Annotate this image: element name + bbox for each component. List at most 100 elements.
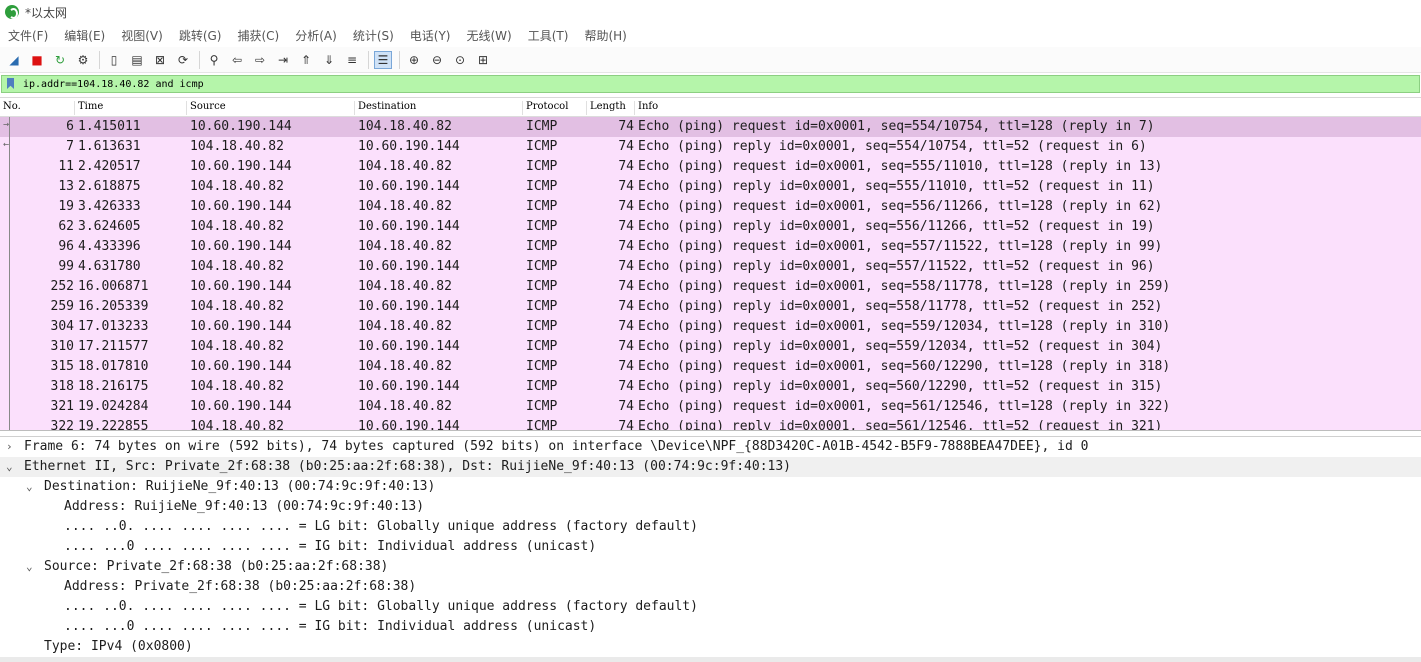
menu-item-8[interactable]: 无线(W) xyxy=(467,27,512,44)
menu-item-10[interactable]: 帮助(H) xyxy=(584,27,626,44)
packet-row[interactable]: 322 19.222855 104.18.40.82 10.60.190.144 ICM… xyxy=(0,417,1421,431)
column-header-info[interactable]: Info xyxy=(634,101,658,115)
zoom-normal-icon[interactable]: ⊙ xyxy=(451,51,469,69)
cell-destination: 10.60.190.144 xyxy=(358,219,460,234)
detail-tree-item[interactable]: › Frame 6: 74 bytes on wire (592 bits), 7… xyxy=(0,437,1421,457)
packet-row[interactable]: 11 2.420517 10.60.190.144 104.18.40.82 ICMP 7… xyxy=(0,157,1421,177)
last-packet-icon[interactable]: ⇓ xyxy=(320,51,338,69)
detail-tree-item[interactable]: ⌄ Destination: RuijieNe_9f:40:13 (00:74:9… xyxy=(0,477,1421,497)
cell-no: 6 xyxy=(66,119,74,134)
detail-tree-item[interactable]: Type: IPv4 (0x0800) xyxy=(0,637,1421,657)
packet-list-body: → 6 1.415011 10.60.190.144 104.18.40.82 ICMP 7… xyxy=(0,117,1421,431)
cell-destination: 10.60.190.144 xyxy=(358,259,460,274)
packet-details-tree[interactable]: › Frame 6: 74 bytes on wire (592 bits), 7… xyxy=(0,436,1421,662)
menu-item-5[interactable]: 分析(A) xyxy=(295,27,337,44)
menu-item-7[interactable]: 电话(Y) xyxy=(410,27,451,44)
forward-arrow-icon[interactable]: ⇨ xyxy=(251,51,269,69)
stop-icon[interactable]: ■ xyxy=(28,51,46,69)
packet-row[interactable]: 252 16.006871 10.60.190.144 104.18.40.82 ICM… xyxy=(0,277,1421,297)
menu-item-0[interactable]: 文件(F) xyxy=(8,27,48,44)
detail-tree-item[interactable]: .... ...0 .... .... .... .... = IG bit: … xyxy=(0,537,1421,557)
column-header-protocol[interactable]: Protocol xyxy=(522,101,568,115)
back-arrow-icon[interactable]: ⇦ xyxy=(228,51,246,69)
close-file-icon[interactable]: ⊠ xyxy=(151,51,169,69)
colorize-icon[interactable]: ☰ xyxy=(374,50,392,69)
cell-destination: 104.18.40.82 xyxy=(358,119,452,134)
cell-info: Echo (ping) request id=0x0001, seq=558/1… xyxy=(638,279,1171,294)
cell-source: 104.18.40.82 xyxy=(190,219,284,234)
find-icon[interactable]: ⚲ xyxy=(205,51,223,69)
collapse-chevron-icon[interactable]: ⌄ xyxy=(26,480,33,493)
collapse-chevron-icon[interactable]: ⌄ xyxy=(6,460,13,473)
cell-time: 3.426333 xyxy=(78,199,141,214)
detail-tree-item[interactable]: Address: Private_2f:68:38 (b0:25:aa:2f:6… xyxy=(0,577,1421,597)
detail-tree-item[interactable]: ⌄ Source: Private_2f:68:38 (b0:25:aa:2f:6… xyxy=(0,557,1421,577)
cell-source: 104.18.40.82 xyxy=(190,379,284,394)
detail-tree-item[interactable]: Address: RuijieNe_9f:40:13 (00:74:9c:9f:… xyxy=(0,497,1421,517)
cell-no: 310 xyxy=(50,339,74,354)
column-header-length[interactable]: Length xyxy=(586,101,626,115)
display-filter-input[interactable] xyxy=(23,78,1403,90)
cell-time: 1.613631 xyxy=(78,139,141,154)
column-header-destination[interactable]: Destination xyxy=(354,101,416,115)
menu-item-1[interactable]: 编辑(E) xyxy=(64,27,105,44)
cell-length: 74 xyxy=(618,419,634,431)
expand-chevron-icon[interactable]: › xyxy=(6,440,13,453)
cell-info: Echo (ping) request id=0x0001, seq=560/1… xyxy=(638,359,1171,374)
cell-destination: 104.18.40.82 xyxy=(358,199,452,214)
packet-row[interactable]: 321 19.024284 10.60.190.144 104.18.40.82 ICM… xyxy=(0,397,1421,417)
save-file-icon[interactable]: ▤ xyxy=(128,51,146,69)
packet-row[interactable]: 318 18.216175 104.18.40.82 10.60.190.144 ICM… xyxy=(0,377,1421,397)
packet-row[interactable]: 62 3.624605 104.18.40.82 10.60.190.144 ICMP 7… xyxy=(0,217,1421,237)
packet-row[interactable]: 310 17.211577 104.18.40.82 10.60.190.144 ICM… xyxy=(0,337,1421,357)
packet-row[interactable]: 304 17.013233 10.60.190.144 104.18.40.82 ICM… xyxy=(0,317,1421,337)
cell-destination: 104.18.40.82 xyxy=(358,399,452,414)
reload-icon[interactable]: ⟳ xyxy=(174,51,192,69)
column-header-time[interactable]: Time xyxy=(74,101,103,115)
go-to-packet-icon[interactable]: ⇥ xyxy=(274,51,292,69)
zoom-out-icon[interactable]: ⊖ xyxy=(428,51,446,69)
open-file-icon[interactable]: ▯ xyxy=(105,51,123,69)
cell-no: 315 xyxy=(50,359,74,374)
menu-item-9[interactable]: 工具(T) xyxy=(528,27,569,44)
column-header-no[interactable]: No. xyxy=(0,101,21,115)
cell-destination: 104.18.40.82 xyxy=(358,159,452,174)
cell-protocol: ICMP xyxy=(526,179,558,194)
cell-length: 74 xyxy=(618,359,634,374)
cell-info: Echo (ping) request id=0x0001, seq=556/1… xyxy=(638,199,1163,214)
filter-bookmark-icon[interactable] xyxy=(5,77,17,91)
packet-row[interactable]: 259 16.205339 104.18.40.82 10.60.190.144 ICM… xyxy=(0,297,1421,317)
options-gear-icon[interactable]: ⚙ xyxy=(74,51,92,69)
column-header-source[interactable]: Source xyxy=(186,101,226,115)
detail-tree-item[interactable]: .... ...0 .... .... .... .... = IG bit: … xyxy=(0,617,1421,637)
menu-item-2[interactable]: 视图(V) xyxy=(121,27,163,44)
packet-row[interactable]: 13 2.618875 104.18.40.82 10.60.190.144 ICMP 7… xyxy=(0,177,1421,197)
packet-list[interactable]: No. Time Source Destination Protocol Length In… xyxy=(0,97,1421,431)
cell-destination: 104.18.40.82 xyxy=(358,239,452,254)
packet-row[interactable]: 315 18.017810 10.60.190.144 104.18.40.82 ICM… xyxy=(0,357,1421,377)
cell-info: Echo (ping) request id=0x0001, seq=555/1… xyxy=(638,159,1163,174)
first-packet-icon[interactable]: ⇑ xyxy=(297,51,315,69)
auto-scroll-icon[interactable]: ≡ xyxy=(343,51,361,69)
restart-icon[interactable]: ↻ xyxy=(51,51,69,69)
zoom-in-icon[interactable]: ⊕ xyxy=(405,51,423,69)
shark-fin-start-icon[interactable]: ◢ xyxy=(5,51,23,69)
detail-tree-item[interactable]: .... ..0. .... .... .... .... = LG bit: … xyxy=(0,597,1421,617)
menu-item-6[interactable]: 统计(S) xyxy=(353,27,394,44)
detail-tree-item[interactable]: .... ..0. .... .... .... .... = LG bit: … xyxy=(0,517,1421,537)
wireshark-logo-icon xyxy=(5,5,19,19)
packet-row[interactable]: 99 4.631780 104.18.40.82 10.60.190.144 ICMP 7… xyxy=(0,257,1421,277)
menu-item-4[interactable]: 捕获(C) xyxy=(237,27,279,44)
cell-length: 74 xyxy=(618,299,634,314)
pane-splitter[interactable] xyxy=(0,657,1421,662)
cell-info: Echo (ping) reply id=0x0001, seq=556/112… xyxy=(638,219,1155,234)
menu-item-3[interactable]: 跳转(G) xyxy=(179,27,222,44)
detail-tree-item[interactable]: ⌄ Ethernet II, Src: Private_2f:68:38 (b0:… xyxy=(0,457,1421,477)
packet-row[interactable]: 19 3.426333 10.60.190.144 104.18.40.82 ICMP 7… xyxy=(0,197,1421,217)
packet-row[interactable]: 96 4.433396 10.60.190.144 104.18.40.82 ICMP 7… xyxy=(0,237,1421,257)
packet-row[interactable]: ← 7 1.613631 104.18.40.82 10.60.190.144 ICMP 7… xyxy=(0,137,1421,157)
collapse-chevron-icon[interactable]: ⌄ xyxy=(26,560,33,573)
cell-source: 10.60.190.144 xyxy=(190,359,292,374)
packet-row[interactable]: → 6 1.415011 10.60.190.144 104.18.40.82 ICMP 7… xyxy=(0,117,1421,137)
resize-columns-icon[interactable]: ⊞ xyxy=(474,51,492,69)
